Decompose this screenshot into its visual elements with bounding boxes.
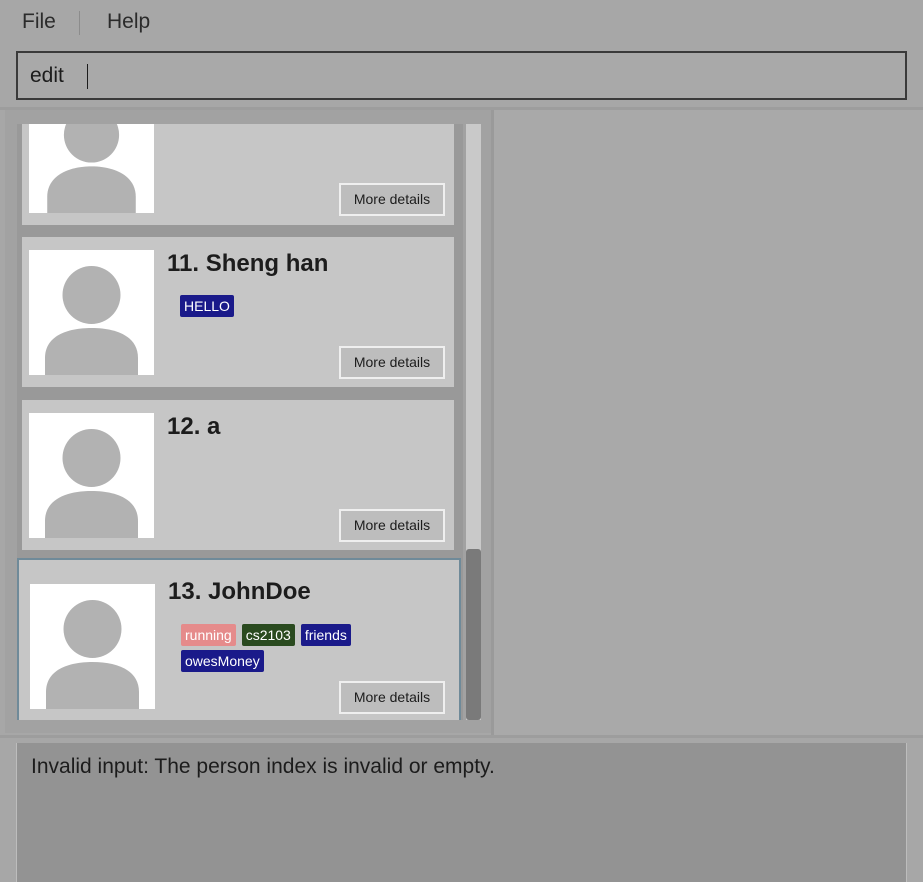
avatar-placeholder-icon: [29, 250, 154, 375]
person-name: 12. a: [167, 413, 221, 440]
tag: HELLO: [180, 295, 234, 317]
tag: running: [181, 624, 236, 646]
person-name: 13. JohnDoe: [168, 578, 311, 605]
more-details-button[interactable]: More details: [339, 509, 445, 542]
person-card[interactable]: 12. a More details: [22, 400, 454, 550]
person-list-panel: More details 11. Sheng han HELLO More de…: [5, 110, 491, 733]
menu-bar: File Help: [0, 0, 923, 44]
person-list[interactable]: More details 11. Sheng han HELLO More de…: [17, 124, 463, 720]
avatar-placeholder-icon: [29, 124, 154, 213]
command-box[interactable]: [16, 51, 907, 100]
avatar-placeholder-icon: [29, 413, 154, 538]
menu-separator: [79, 11, 80, 35]
avatar-placeholder-icon: [30, 584, 155, 709]
tag: friends: [300, 624, 351, 646]
more-details-button[interactable]: More details: [339, 183, 445, 216]
menu-help[interactable]: Help: [107, 10, 150, 34]
menu-file[interactable]: File: [22, 10, 56, 34]
tag-list: running cs2103 friends owesMoney: [181, 624, 451, 676]
divider: [0, 735, 923, 738]
tag-list: HELLO: [180, 295, 450, 321]
tag: cs2103: [241, 624, 295, 646]
person-detail-panel: [494, 110, 923, 735]
text-caret: [87, 64, 88, 89]
more-details-button[interactable]: More details: [339, 681, 445, 714]
person-name: 11. Sheng han: [167, 250, 329, 277]
tag: owesMoney: [181, 650, 264, 672]
result-display: Invalid input: The person index is inval…: [16, 743, 907, 882]
more-details-button[interactable]: More details: [339, 346, 445, 379]
person-card[interactable]: More details: [22, 124, 454, 225]
person-card-selected[interactable]: 13. JohnDoe running cs2103 friends owesMone…: [17, 558, 461, 720]
person-card[interactable]: 11. Sheng han HELLO More details: [22, 237, 454, 387]
scrollbar-thumb[interactable]: [466, 549, 481, 720]
command-input[interactable]: [30, 61, 890, 91]
result-message: Invalid input: The person index is inval…: [31, 755, 495, 778]
